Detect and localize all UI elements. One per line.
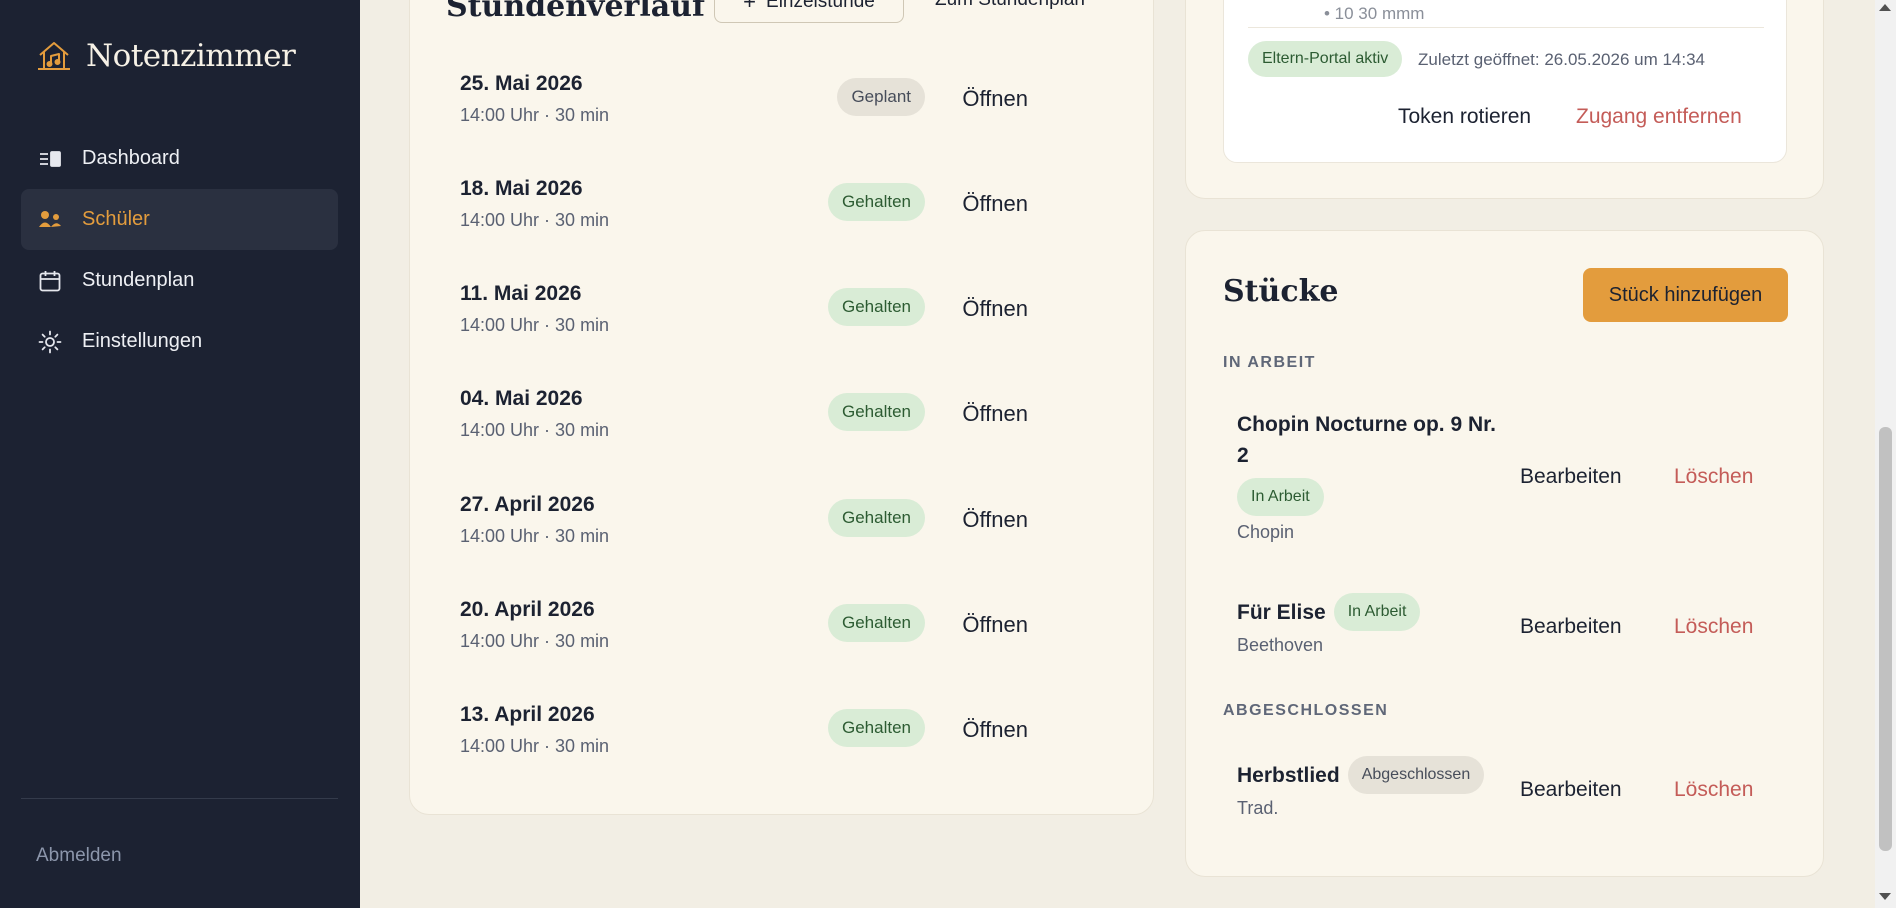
sidebar-item-label: Einstellungen — [82, 330, 203, 352]
edit-piece-button[interactable]: Bearbeiten — [1520, 465, 1622, 489]
lesson-row: 18. Mai 2026 14:00 Uhr · 30 min Gehalten… — [460, 177, 1100, 257]
portal-last-opened: Zuletzt geöffnet: 26.05.2026 um 14:34 — [1418, 50, 1706, 69]
sidebar-item-settings[interactable]: Einstellungen — [21, 311, 338, 372]
lesson-history-title: Stundenverlauf — [446, 0, 705, 24]
open-lesson-button[interactable]: Öffnen — [962, 191, 1028, 217]
sidebar-item-label: Dashboard — [82, 147, 180, 169]
lesson-row: 13. April 2026 14:00 Uhr · 30 min Gehalt… — [460, 703, 1100, 783]
lesson-date: 18. Mai 2026 — [460, 177, 583, 200]
rotate-token-button[interactable]: Token rotieren — [1398, 105, 1531, 129]
dashboard-icon — [37, 146, 63, 172]
remove-access-button[interactable]: Zugang entfernen — [1576, 105, 1742, 129]
settings-icon — [37, 329, 63, 355]
lesson-row: 27. April 2026 14:00 Uhr · 30 min Gehalt… — [460, 493, 1100, 573]
scroll-down-arrow-icon[interactable] — [1879, 893, 1891, 900]
piece-item: Für Elise In Arbeit Beethoven Bearbeiten… — [1237, 593, 1797, 656]
lesson-date: 13. April 2026 — [460, 703, 595, 726]
lesson-date: 20. April 2026 — [460, 598, 595, 621]
status-badge: Gehalten — [828, 288, 925, 326]
parent-portal-card: • 10 30 mmm Eltern-Portal aktiv Zuletzt … — [1185, 0, 1824, 199]
status-badge: Gehalten — [828, 393, 925, 431]
add-piece-button[interactable]: Stück hinzufügen — [1583, 268, 1788, 322]
brand[interactable]: Notenzimmer — [36, 38, 296, 74]
status-badge: Gehalten — [828, 499, 925, 537]
add-single-lesson-label: Einzelstunde — [766, 0, 875, 12]
app-name: Notenzimmer — [86, 38, 296, 74]
edit-piece-button[interactable]: Bearbeiten — [1520, 778, 1622, 802]
sidebar: Notenzimmer Dashboard Schüler Stundenpla… — [0, 0, 360, 908]
sidebar-item-students[interactable]: Schüler — [21, 189, 338, 250]
lesson-row: 11. Mai 2026 14:00 Uhr · 30 min Gehalten… — [460, 282, 1100, 362]
lesson-date: 25. Mai 2026 — [460, 72, 583, 95]
scroll-up-arrow-icon[interactable] — [1879, 4, 1891, 11]
pieces-title: Stücke — [1223, 274, 1339, 309]
section-done: ABGESCHLOSSEN — [1223, 702, 1389, 719]
pieces-card: Stücke Stück hinzufügen IN ARBEIT Chopin… — [1185, 230, 1824, 877]
status-badge: Gehalten — [828, 183, 925, 221]
delete-piece-button[interactable]: Löschen — [1674, 465, 1753, 489]
delete-piece-button[interactable]: Löschen — [1674, 778, 1753, 802]
piece-item: Chopin Nocturne op. 9 Nr. 2 In Arbeit Ch… — [1237, 409, 1797, 543]
delete-piece-button[interactable]: Löschen — [1674, 615, 1753, 639]
scrollbar-thumb[interactable] — [1879, 427, 1892, 851]
lesson-row: 04. Mai 2026 14:00 Uhr · 30 min Gehalten… — [460, 387, 1100, 467]
piece-title: Chopin Nocturne op. 9 Nr. 2 — [1237, 413, 1497, 467]
add-single-lesson-button[interactable]: + Einzelstunde — [714, 0, 904, 23]
lesson-row: 20. April 2026 14:00 Uhr · 30 min Gehalt… — [460, 598, 1100, 678]
lesson-time: 14:00 Uhr · 30 min — [460, 420, 610, 440]
status-badge: Geplant — [837, 78, 925, 116]
students-icon — [37, 207, 63, 233]
lesson-time: 14:00 Uhr · 30 min — [460, 105, 610, 125]
portal-status-badge: Eltern-Portal aktiv — [1248, 41, 1403, 77]
sidebar-nav: Dashboard Schüler Stundenplan Einstellun… — [21, 128, 338, 372]
piece-title: Für Elise — [1237, 600, 1326, 624]
open-lesson-button[interactable]: Öffnen — [962, 401, 1028, 427]
portal-clipped-text: • 10 30 mmm — [1324, 4, 1425, 23]
logout-link[interactable]: Abmelden — [36, 845, 122, 867]
status-badge: Gehalten — [828, 604, 925, 642]
divider — [1248, 27, 1764, 28]
status-badge: Gehalten — [828, 709, 925, 747]
open-lesson-button[interactable]: Öffnen — [962, 717, 1028, 743]
sidebar-item-dashboard[interactable]: Dashboard — [21, 128, 338, 189]
house-music-logo-icon — [36, 38, 72, 74]
section-in-progress: IN ARBEIT — [1223, 354, 1316, 371]
calendar-icon — [37, 268, 63, 294]
lesson-date: 11. Mai 2026 — [460, 282, 582, 305]
sidebar-divider — [21, 798, 338, 799]
piece-composer: Chopin — [1237, 522, 1295, 542]
to-schedule-link[interactable]: Zum Stundenplan — [935, 0, 1085, 11]
status-badge: In Arbeit — [1237, 478, 1324, 516]
edit-piece-button[interactable]: Bearbeiten — [1520, 615, 1622, 639]
sidebar-item-label: Stundenplan — [82, 269, 195, 291]
lesson-time: 14:00 Uhr · 30 min — [460, 526, 610, 546]
open-lesson-button[interactable]: Öffnen — [962, 86, 1028, 112]
plus-icon: + — [743, 0, 757, 14]
sidebar-item-schedule[interactable]: Stundenplan — [21, 250, 338, 311]
piece-item: Herbstlied Abgeschlossen Trad. Bearbeite… — [1237, 756, 1797, 819]
lesson-row: 25. Mai 2026 14:00 Uhr · 30 min Geplant … — [460, 72, 1100, 152]
piece-title: Herbstlied — [1237, 763, 1340, 787]
lesson-date: 27. April 2026 — [460, 493, 595, 516]
lesson-history-card: Stundenverlauf + Einzelstunde Zum Stunde… — [409, 0, 1154, 815]
status-badge: In Arbeit — [1333, 593, 1421, 631]
open-lesson-button[interactable]: Öffnen — [962, 296, 1028, 322]
open-lesson-button[interactable]: Öffnen — [962, 507, 1028, 533]
sidebar-item-label: Schüler — [82, 208, 150, 230]
lesson-time: 14:00 Uhr · 30 min — [460, 736, 610, 756]
parent-portal-panel: • 10 30 mmm Eltern-Portal aktiv Zuletzt … — [1223, 0, 1787, 163]
open-lesson-button[interactable]: Öffnen — [962, 612, 1028, 638]
status-badge: Abgeschlossen — [1347, 756, 1485, 794]
lesson-time: 14:00 Uhr · 30 min — [460, 210, 610, 230]
lesson-date: 04. Mai 2026 — [460, 387, 583, 410]
lesson-time: 14:00 Uhr · 30 min — [460, 315, 610, 335]
lesson-time: 14:00 Uhr · 30 min — [460, 631, 610, 651]
